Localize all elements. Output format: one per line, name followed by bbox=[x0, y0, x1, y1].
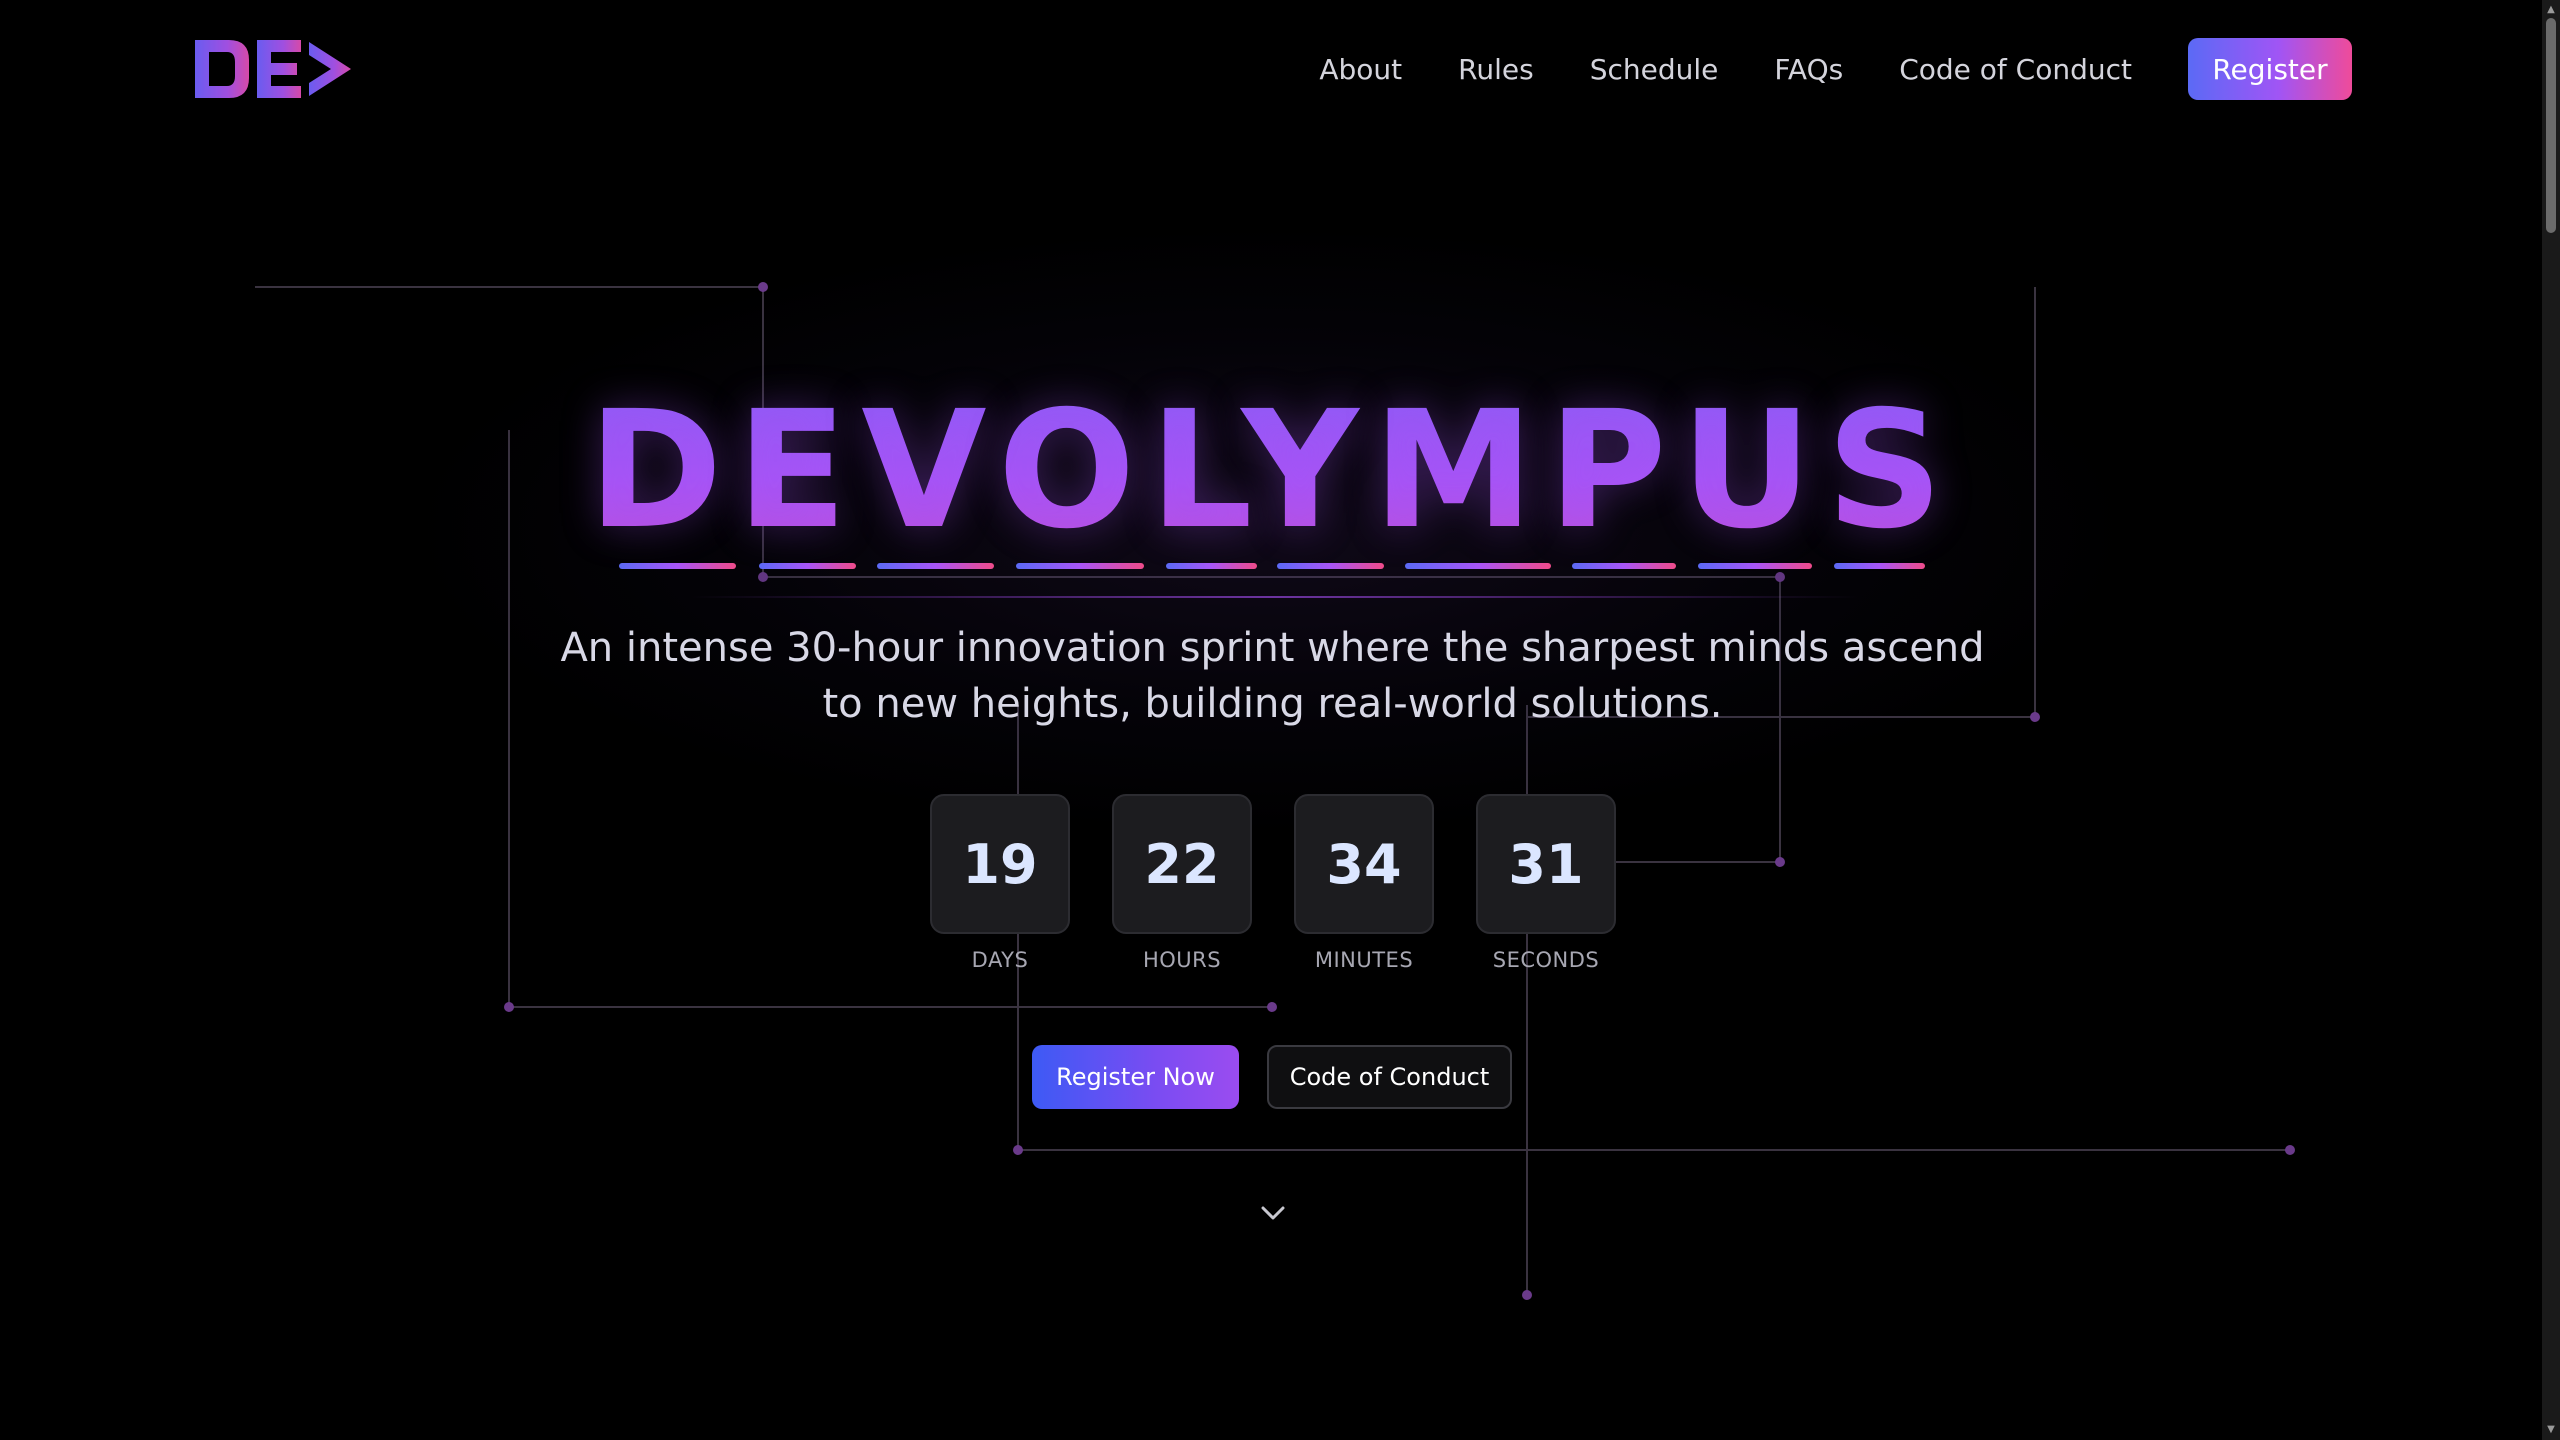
hero-title: DEVOLYMPUS bbox=[0, 390, 2545, 552]
hero-title-text: DEVOLYMPUS bbox=[588, 377, 1957, 565]
letter-underline bbox=[1166, 563, 1257, 569]
scroll-down-arrow-icon[interactable]: ▼ bbox=[2545, 1424, 2557, 1436]
letter-underline bbox=[877, 563, 994, 569]
countdown: 19 DAYS 22 HOURS 34 MINUTES 31 SECONDS bbox=[930, 794, 1617, 974]
chevron-down-icon[interactable] bbox=[1258, 1198, 1288, 1228]
countdown-value: 31 bbox=[1476, 794, 1616, 934]
title-underlines bbox=[0, 563, 2560, 569]
nav-link-faqs[interactable]: FAQs bbox=[1774, 53, 1843, 86]
hero-subtitle: An intense 30-hour innovation sprint whe… bbox=[560, 625, 1985, 727]
letter-underline bbox=[1834, 563, 1925, 569]
register-now-button[interactable]: Register Now bbox=[1032, 1045, 1239, 1109]
countdown-label: DAYS bbox=[971, 948, 1029, 972]
nav-link-code-of-conduct[interactable]: Code of Conduct bbox=[1899, 53, 2132, 86]
letter-underline bbox=[1698, 563, 1812, 569]
letter-underline bbox=[1572, 563, 1676, 569]
countdown-hours: 22 HOURS bbox=[1112, 794, 1252, 972]
letter-underline bbox=[1277, 563, 1384, 569]
scrollbar[interactable]: ▲ ▼ bbox=[2542, 0, 2560, 1440]
page: About Rules Schedule FAQs Code of Conduc… bbox=[0, 0, 2560, 1440]
title-divider bbox=[690, 596, 1860, 598]
countdown-label: SECONDS bbox=[1492, 948, 1600, 972]
nav-register-button[interactable]: Register bbox=[2188, 38, 2352, 100]
nav-link-schedule[interactable]: Schedule bbox=[1590, 53, 1719, 86]
letter-underline bbox=[1016, 563, 1144, 569]
top-nav: About Rules Schedule FAQs Code of Conduc… bbox=[1319, 38, 2352, 100]
countdown-value: 34 bbox=[1294, 794, 1434, 934]
letter-underline bbox=[619, 563, 736, 569]
countdown-seconds: 31 SECONDS bbox=[1476, 794, 1616, 972]
countdown-value: 19 bbox=[930, 794, 1070, 934]
code-of-conduct-button[interactable]: Code of Conduct bbox=[1267, 1045, 1512, 1109]
countdown-minutes: 34 MINUTES bbox=[1294, 794, 1434, 972]
countdown-label: MINUTES bbox=[1314, 948, 1414, 972]
countdown-days: 19 DAYS bbox=[930, 794, 1070, 972]
scroll-up-arrow-icon[interactable]: ▲ bbox=[2545, 4, 2557, 16]
countdown-value: 22 bbox=[1112, 794, 1252, 934]
scrollbar-thumb[interactable] bbox=[2546, 18, 2556, 233]
logo[interactable] bbox=[193, 38, 353, 100]
nav-link-rules[interactable]: Rules bbox=[1458, 53, 1534, 86]
letter-underline bbox=[759, 563, 856, 569]
letter-underline bbox=[1405, 563, 1551, 569]
countdown-label: HOURS bbox=[1142, 948, 1222, 972]
nav-link-about[interactable]: About bbox=[1319, 53, 1402, 86]
